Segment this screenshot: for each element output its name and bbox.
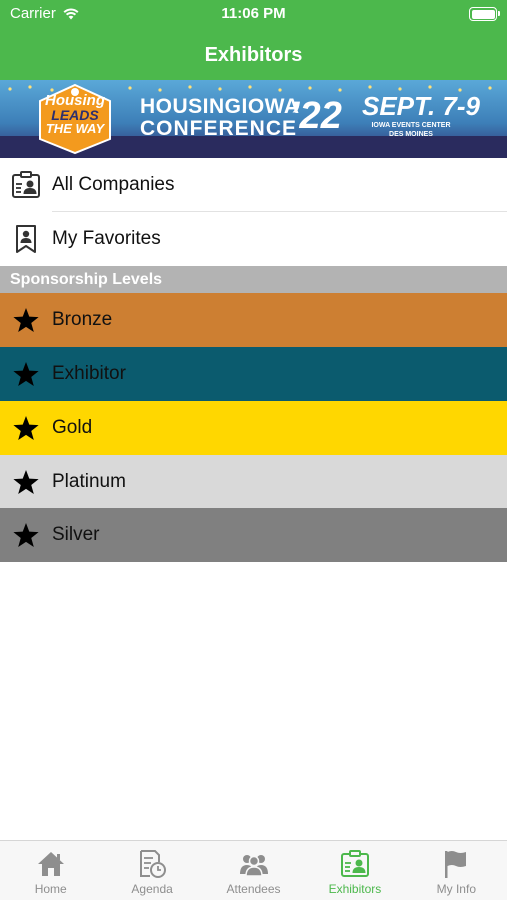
level-row-platinum[interactable]: Platinum	[0, 455, 507, 509]
status-bar: Carrier 11:06 PM	[0, 0, 507, 30]
tab-attendees[interactable]: Attendees	[203, 841, 304, 900]
tab-agenda-label: Agenda	[131, 882, 173, 896]
star-icon	[0, 361, 52, 388]
attendees-icon	[238, 849, 270, 879]
tab-home[interactable]: Home	[0, 841, 101, 900]
badge-line-2: LEADS	[51, 107, 99, 123]
level-label-silver: Silver	[52, 524, 100, 545]
flag-icon	[440, 849, 472, 879]
level-label-gold: Gold	[52, 417, 93, 438]
venue-line-2: DES MOINES	[389, 131, 433, 138]
my-favorites-label: My Favorites	[52, 227, 161, 249]
level-label-platinum: Platinum	[52, 471, 126, 492]
exhibitors-icon	[339, 849, 371, 879]
battery-icon	[469, 7, 500, 21]
level-row-bronze[interactable]: Bronze	[0, 293, 507, 347]
conference-line-2: CONFERENCE	[140, 117, 298, 140]
star-icon	[0, 307, 52, 334]
tab-home-label: Home	[34, 882, 67, 896]
level-row-gold[interactable]: Gold	[0, 401, 507, 455]
star-icon	[0, 415, 52, 442]
tab-bar: Home Agenda Attendees Exhibitors My Info	[0, 840, 507, 900]
navigation-bar: Exhibitors	[0, 30, 507, 80]
home-icon	[35, 849, 67, 879]
conference-banner[interactable]: Housing LEADS THE WAY HOUSINGIOWA CONFER…	[0, 80, 507, 158]
level-row-exhibitor[interactable]: Exhibitor	[0, 347, 507, 401]
tab-attendees-label: Attendees	[226, 882, 281, 896]
all-companies-row[interactable]: All Companies	[0, 158, 507, 211]
my-favorites-row[interactable]: My Favorites	[0, 212, 507, 265]
tab-exhibitors-label: Exhibitors	[328, 882, 382, 896]
bookmark-person-icon	[0, 224, 52, 254]
sponsorship-levels-header: Sponsorship Levels	[0, 266, 507, 293]
level-row-silver[interactable]: Silver	[0, 508, 507, 562]
star-icon	[0, 469, 52, 496]
level-label-bronze: Bronze	[52, 309, 113, 330]
badge-line-1: Housing	[45, 92, 105, 109]
conference-title: HOUSINGIOWA CONFERENCE	[140, 96, 300, 140]
conference-date: SEPT. 7-9	[362, 91, 481, 121]
conference-venue: IOWA EVENTS CENTER DES MOINES	[366, 121, 456, 139]
level-label-exhibitor: Exhibitor	[52, 363, 126, 384]
conference-year: ’22	[289, 95, 342, 137]
status-time: 11:06 PM	[221, 5, 286, 22]
badge-line-3: THE WAY	[45, 121, 105, 136]
all-companies-label: All Companies	[52, 173, 175, 195]
page-title: Exhibitors	[204, 43, 303, 66]
exhibitors-screen: Carrier 11:06 PM Exhibitors Housing LEAD…	[0, 0, 507, 900]
tab-my-info[interactable]: My Info	[406, 841, 507, 900]
contact-card-icon	[0, 170, 52, 199]
badge-text: Housing LEADS THE WAY	[34, 92, 116, 136]
agenda-icon	[136, 849, 168, 879]
conference-line-1: HOUSINGIOWA	[140, 95, 300, 118]
tab-my-info-label: My Info	[436, 882, 476, 896]
venue-line-1: IOWA EVENTS CENTER	[371, 122, 451, 129]
tab-agenda[interactable]: Agenda	[101, 841, 202, 900]
star-icon	[0, 522, 52, 549]
tab-exhibitors[interactable]: Exhibitors	[304, 841, 405, 900]
